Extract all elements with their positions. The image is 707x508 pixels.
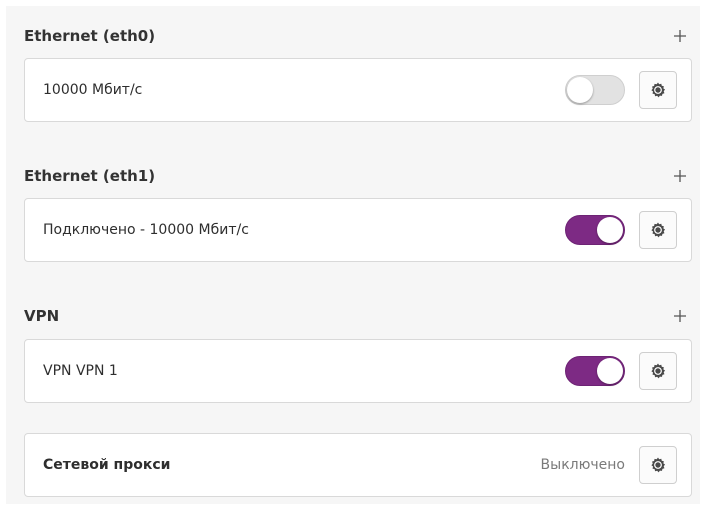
eth1-toggle[interactable] bbox=[565, 215, 625, 245]
plus-icon bbox=[674, 310, 686, 322]
toggle-knob bbox=[597, 217, 623, 243]
section-header-vpn: VPN bbox=[24, 300, 692, 332]
section-title-vpn: VPN bbox=[24, 307, 60, 325]
connection-row-vpn: VPN VPN 1 bbox=[24, 339, 692, 403]
vpn-toggle[interactable] bbox=[565, 356, 625, 386]
network-proxy-status: Выключено bbox=[540, 457, 625, 473]
eth1-settings-button[interactable] bbox=[639, 211, 677, 249]
add-vpn-connection-button[interactable] bbox=[668, 304, 692, 328]
vpn-settings-button[interactable] bbox=[639, 352, 677, 390]
gear-icon bbox=[651, 222, 666, 238]
section-title-eth1: Ethernet (eth1) bbox=[24, 167, 156, 185]
gear-icon bbox=[651, 82, 666, 98]
gear-icon bbox=[651, 363, 666, 379]
section-header-eth0: Ethernet (eth0) bbox=[24, 20, 692, 52]
plus-icon bbox=[674, 170, 686, 182]
network-proxy-label: Сетевой прокси bbox=[43, 457, 171, 473]
connection-row-eth0: 10000 Мбит/с bbox=[24, 58, 692, 122]
add-eth1-connection-button[interactable] bbox=[668, 164, 692, 188]
network-settings-panel: Ethernet (eth0) 10000 Мбит/с Ethernet (e… bbox=[6, 6, 700, 504]
add-eth0-connection-button[interactable] bbox=[668, 24, 692, 48]
connection-label-eth0: 10000 Мбит/с bbox=[43, 82, 143, 98]
section-title-eth0: Ethernet (eth0) bbox=[24, 27, 156, 45]
connection-label-eth1: Подключено - 10000 Мбит/с bbox=[43, 222, 249, 238]
plus-icon bbox=[674, 30, 686, 42]
proxy-settings-button[interactable] bbox=[639, 446, 677, 484]
network-proxy-row[interactable]: Сетевой прокси Выключено bbox=[24, 433, 692, 497]
toggle-knob bbox=[567, 77, 593, 103]
toggle-knob bbox=[597, 358, 623, 384]
eth0-settings-button[interactable] bbox=[639, 71, 677, 109]
connection-row-eth1: Подключено - 10000 Мбит/с bbox=[24, 198, 692, 262]
section-header-eth1: Ethernet (eth1) bbox=[24, 160, 692, 192]
connection-label-vpn: VPN VPN 1 bbox=[43, 363, 118, 379]
gear-icon bbox=[651, 457, 666, 473]
eth0-toggle[interactable] bbox=[565, 75, 625, 105]
